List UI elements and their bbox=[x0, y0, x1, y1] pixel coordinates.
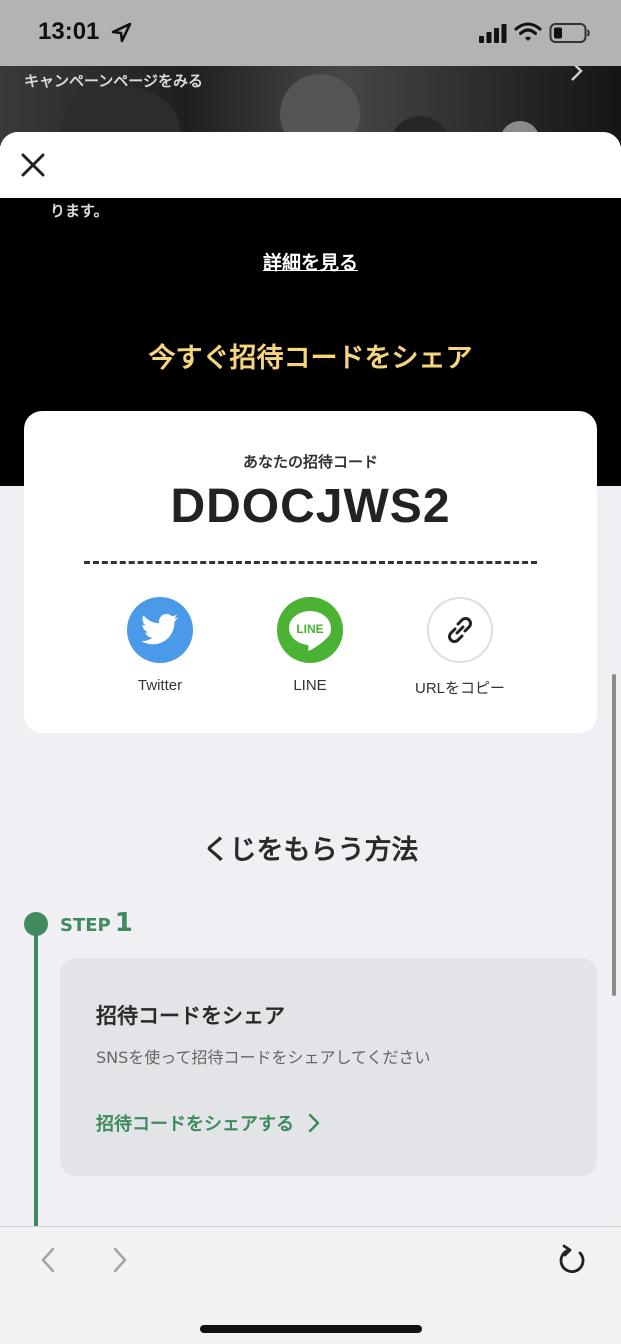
share-invite-code-label: 招待コードをシェアする bbox=[96, 1114, 294, 1135]
hero-text-snippet: ります。 bbox=[50, 202, 109, 220]
share-line-label: LINE bbox=[293, 677, 327, 694]
chevron-right-icon[interactable] bbox=[108, 1245, 132, 1275]
battery-low-icon bbox=[549, 23, 590, 43]
wifi-icon bbox=[514, 22, 542, 41]
share-line-button[interactable]: LINE LINE bbox=[245, 597, 375, 694]
twitter-bird-icon bbox=[127, 597, 193, 663]
invite-code-value[interactable]: DDOCJWS2 bbox=[24, 479, 597, 534]
campaign-page-link[interactable]: キャンペーンページをみる bbox=[24, 70, 203, 91]
close-button[interactable] bbox=[18, 148, 48, 182]
dashed-divider bbox=[84, 561, 537, 564]
line-icon: LINE bbox=[277, 597, 343, 663]
step-card: 招待コードをシェア SNSを使って招待コードをシェアしてください 招待コードをシ… bbox=[60, 958, 597, 1176]
svg-text:LINE: LINE bbox=[296, 622, 323, 636]
link-icon bbox=[427, 597, 493, 663]
step-timeline-dot bbox=[24, 912, 48, 936]
status-time: 13:01 bbox=[38, 18, 100, 45]
details-link[interactable]: 詳細を見る bbox=[0, 248, 621, 275]
chevron-right-icon bbox=[571, 66, 583, 81]
chevron-left-icon[interactable] bbox=[36, 1245, 60, 1275]
step-number: 1 bbox=[114, 908, 133, 938]
close-icon bbox=[21, 153, 45, 177]
home-indicator bbox=[200, 1325, 422, 1333]
invite-sheet: ります。 詳細を見る 今すぐ招待コードをシェア あなたの招待コード DDOCJW… bbox=[0, 132, 621, 1227]
location-arrow-icon bbox=[111, 22, 132, 43]
howto-title: くじをもらう方法 bbox=[202, 835, 419, 866]
hero-title: 今すぐ招待コードをシェア bbox=[148, 343, 473, 374]
share-invite-code-link[interactable]: 招待コードをシェアする bbox=[96, 1110, 320, 1136]
step-card-description: SNSを使って招待コードをシェアしてください bbox=[96, 1048, 431, 1067]
scrollbar[interactable] bbox=[612, 674, 616, 996]
status-bar: 13:01 bbox=[0, 0, 621, 66]
share-twitter-button[interactable]: Twitter bbox=[95, 597, 225, 694]
step-card-title: 招待コードをシェア bbox=[96, 1004, 285, 1028]
step-timeline-line bbox=[34, 934, 38, 1227]
step-word: STEP bbox=[60, 915, 111, 936]
sheet-header bbox=[0, 132, 621, 198]
share-twitter-label: Twitter bbox=[137, 677, 183, 694]
browser-toolbar bbox=[0, 1226, 621, 1344]
chevron-right-icon bbox=[308, 1113, 320, 1133]
copy-url-label: URLをコピー bbox=[414, 680, 505, 697]
cellular-signal-icon bbox=[479, 24, 507, 43]
invite-code-card: あなたの招待コード DDOCJWS2 Twitter LINE LINE URL… bbox=[24, 411, 597, 733]
copy-url-button[interactable]: URLをコピー bbox=[395, 597, 525, 698]
invite-code-label: あなたの招待コード bbox=[242, 453, 378, 471]
step-label: STEP 1 bbox=[60, 908, 133, 938]
reload-icon[interactable] bbox=[558, 1243, 588, 1275]
